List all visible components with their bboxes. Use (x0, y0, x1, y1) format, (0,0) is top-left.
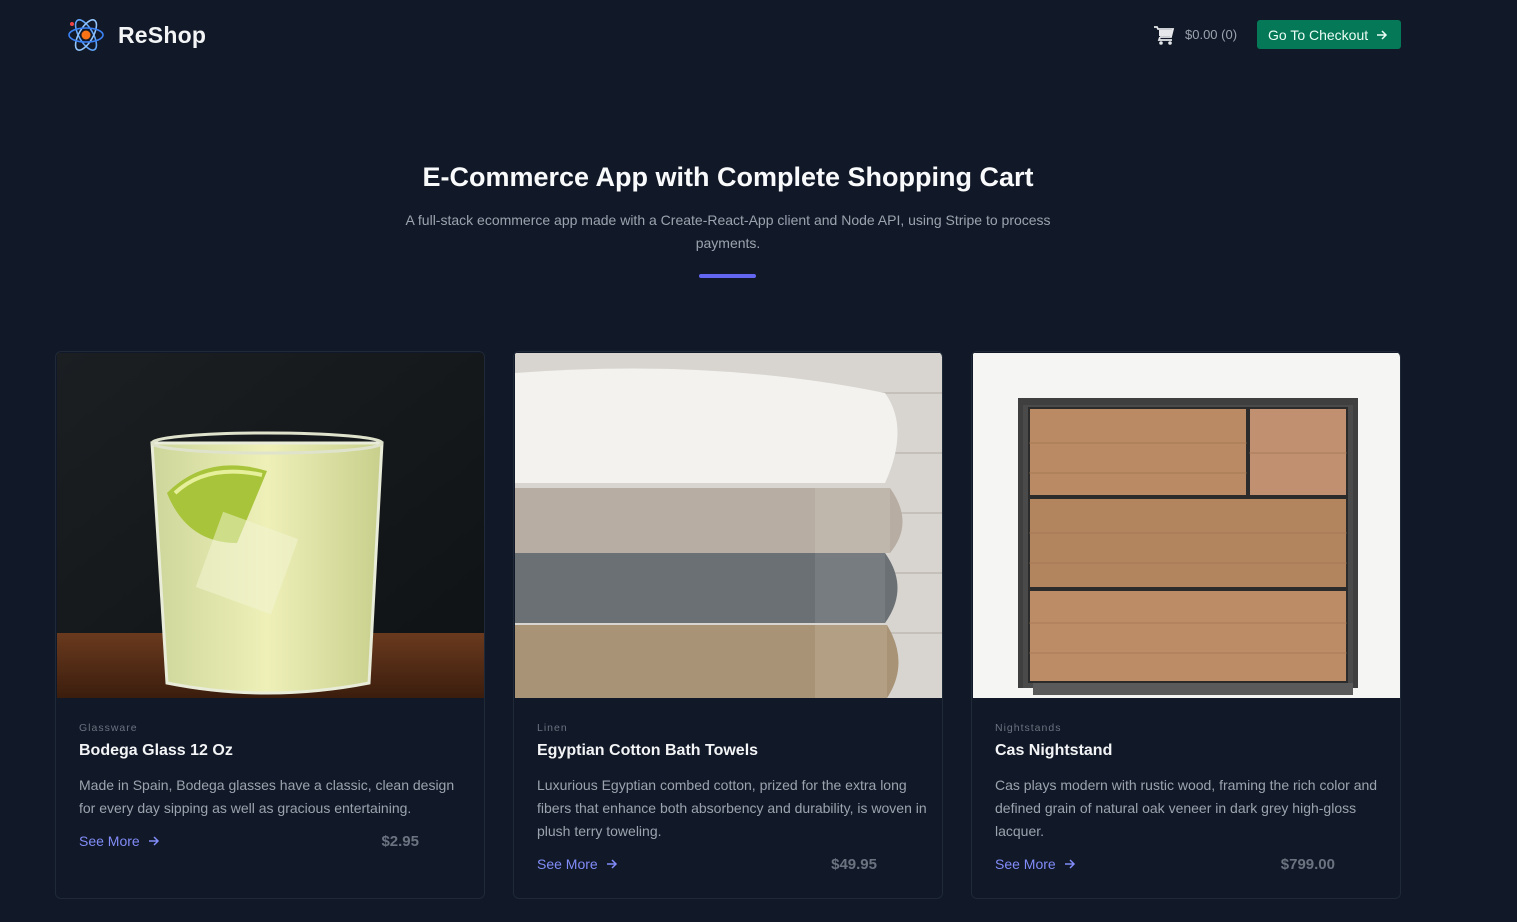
product-category: Nightstands (995, 722, 1062, 734)
product-category: Linen (537, 722, 568, 734)
lemonade-glass-image[interactable] (57, 353, 484, 698)
see-more-label: See More (79, 833, 140, 849)
product-title[interactable]: Bodega Glass 12 Oz (79, 742, 233, 760)
arrow-right-icon (148, 836, 159, 846)
see-more-link[interactable]: See More (537, 856, 618, 872)
see-more-label: See More (995, 856, 1056, 872)
go-to-checkout-button[interactable]: Go To Checkout (1257, 20, 1401, 49)
card-footer: See More $799.00 (995, 856, 1357, 876)
arrow-right-icon (606, 859, 617, 869)
product-price: $49.95 (831, 856, 877, 873)
product-card: Linen Egyptian Cotton Bath Towels Luxuri… (513, 351, 943, 899)
cart-icon[interactable] (1153, 24, 1175, 46)
product-price: $799.00 (1280, 856, 1335, 873)
top-navbar: ReShop $0.00 (0) Go To Checkout (0, 0, 1517, 72)
product-title[interactable]: Egyptian Cotton Bath Towels (537, 742, 758, 760)
page-title: E-Commerce App with Complete Shopping Ca… (422, 162, 1034, 192)
product-card: Nightstands Cas Nightstand Cas plays mod… (971, 351, 1401, 899)
cart-total[interactable]: $0.00 (0) (1185, 27, 1237, 42)
checkout-button-label: Go To Checkout (1268, 26, 1369, 43)
product-description: Made in Spain, Bodega glasses have a cla… (79, 777, 455, 816)
product-description: Cas plays modern with rustic wood, frami… (995, 777, 1378, 839)
towel-stack-image[interactable] (515, 353, 942, 698)
arrow-right-icon (1377, 29, 1388, 40)
see-more-label: See More (537, 856, 598, 872)
product-price: $2.95 (381, 833, 419, 850)
page-subtitle: A full-stack ecommerce app made with a C… (405, 212, 1051, 251)
title-underline (699, 274, 756, 278)
arrow-right-icon (1064, 859, 1075, 869)
product-card: Glassware Bodega Glass 12 Oz Made in Spa… (55, 351, 485, 899)
brand-name[interactable]: ReShop (118, 22, 206, 49)
atom-logo-icon[interactable] (66, 13, 106, 57)
product-category: Glassware (79, 722, 138, 734)
wooden-nightstand-image[interactable] (973, 353, 1400, 698)
see-more-link[interactable]: See More (995, 856, 1076, 872)
card-footer: See More $49.95 (537, 856, 899, 876)
product-title[interactable]: Cas Nightstand (995, 742, 1112, 760)
card-footer: See More $2.95 (79, 833, 441, 853)
product-description: Luxurious Egyptian combed cotton, prized… (537, 777, 927, 839)
see-more-link[interactable]: See More (79, 833, 160, 849)
